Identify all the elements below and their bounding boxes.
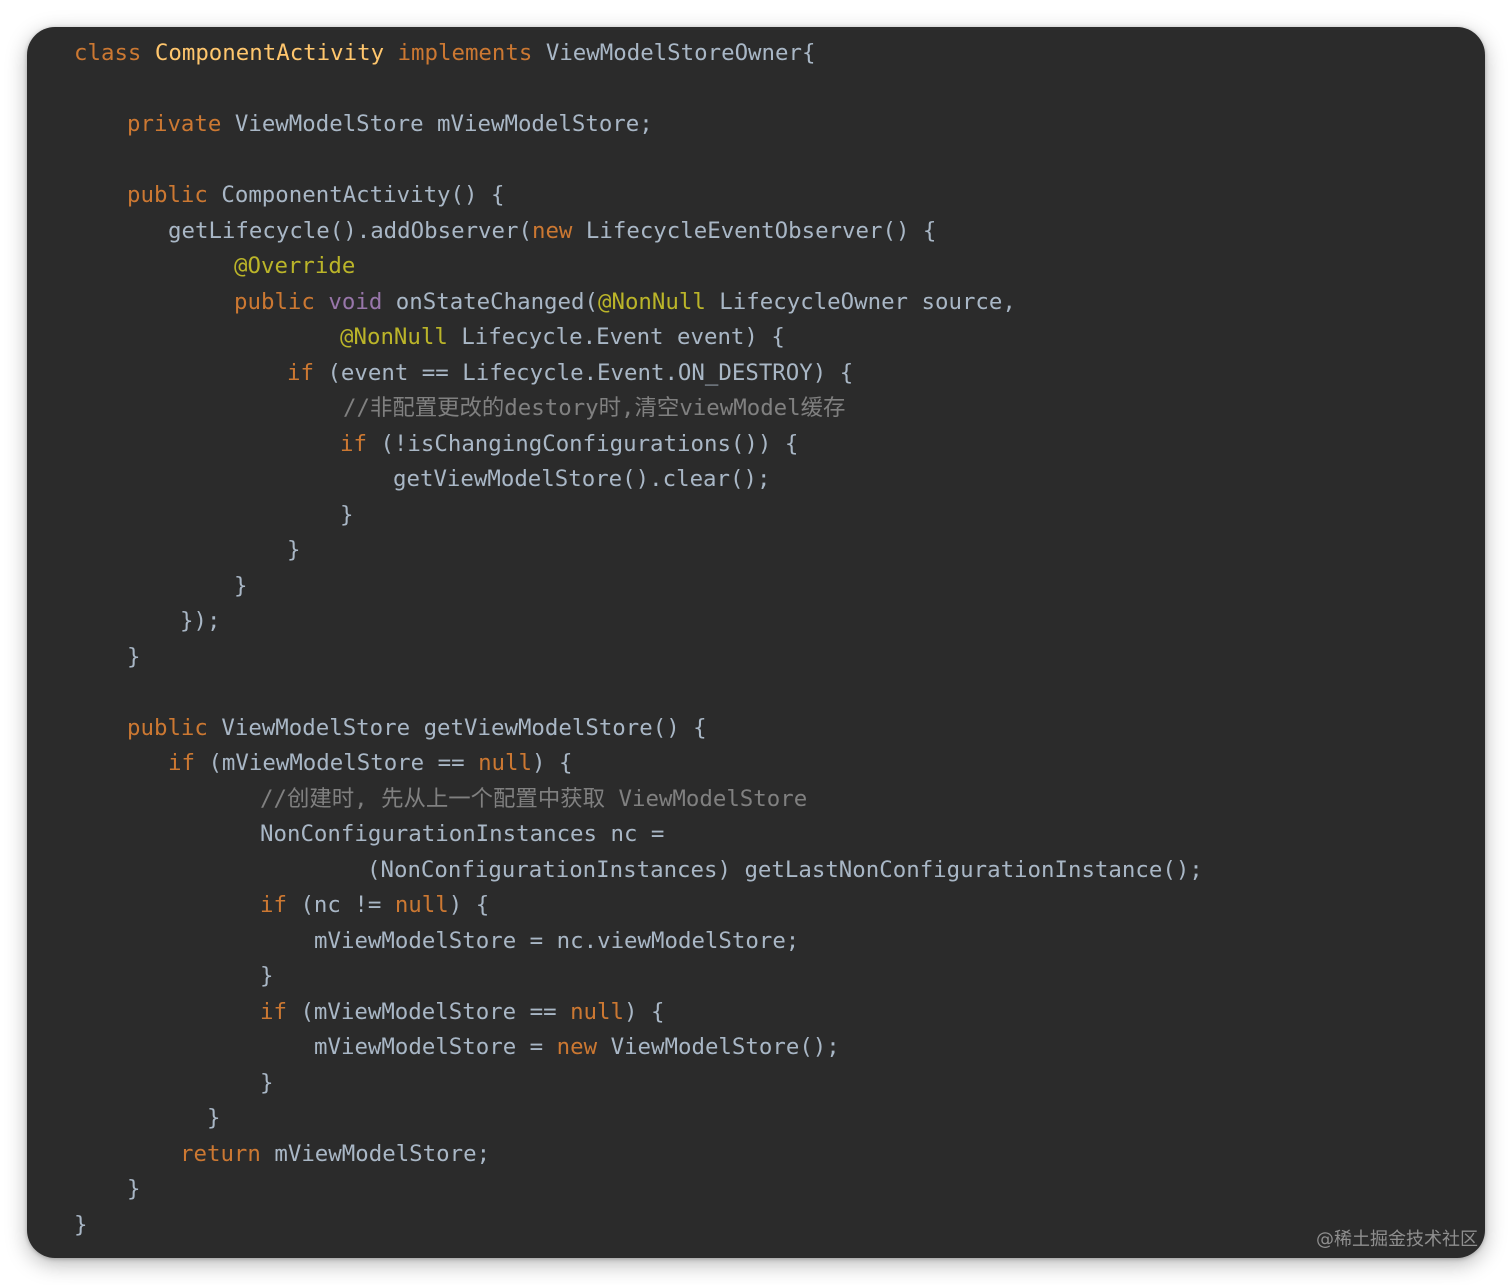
code-line: //非配置更改的destory时,清空viewModel缓存 xyxy=(343,390,845,426)
code-line: //创建时, 先从上一个配置中获取 ViewModelStore xyxy=(260,781,807,817)
code-token: (event == Lifecycle.Event.ON_DESTROY) { xyxy=(313,360,854,386)
code-token: ) { xyxy=(623,999,665,1025)
watermark: @稀土掘金技术社区 xyxy=(1316,1229,1478,1250)
code-token: LifecycleOwner source, xyxy=(705,289,1016,315)
code-token: @NonNull xyxy=(340,324,448,350)
code-line: return mViewModelStore; xyxy=(180,1136,490,1172)
code-token: } xyxy=(260,963,274,989)
code-line: NonConfigurationInstances nc = xyxy=(260,816,664,852)
code-token: null xyxy=(570,999,624,1025)
code-line: } xyxy=(260,1065,273,1101)
code-token: onStateChanged( xyxy=(382,289,598,315)
code-token: (nc != xyxy=(286,892,395,918)
code-token: if xyxy=(340,431,367,457)
code-token: ViewModelStore mViewModelStore; xyxy=(221,111,653,137)
code-token: } xyxy=(207,1105,221,1131)
code-line: if (mViewModelStore == null) { xyxy=(260,994,664,1030)
code-token: (mViewModelStore == xyxy=(286,999,571,1025)
code-token: null xyxy=(478,750,532,776)
code-token: ) { xyxy=(531,750,573,776)
code-line: }); xyxy=(180,603,220,639)
code-token: } xyxy=(74,1212,88,1238)
code-line: if (!isChangingConfigurations()) { xyxy=(340,426,798,462)
code-token: public xyxy=(127,182,208,208)
code-token: (mViewModelStore == xyxy=(194,750,479,776)
code-line: } xyxy=(234,568,247,604)
code-token: (!isChangingConfigurations()) { xyxy=(366,431,799,457)
code-token: class xyxy=(74,40,142,66)
code-token: } xyxy=(127,1176,141,1202)
code-line: public ViewModelStore getViewModelStore(… xyxy=(127,710,707,746)
code-token: }); xyxy=(180,608,221,634)
code-token: public xyxy=(127,715,208,741)
code-line: } xyxy=(74,1207,87,1243)
code-token: new xyxy=(531,218,573,244)
code-token: if xyxy=(260,892,287,918)
code-line: } xyxy=(340,497,353,533)
code-line: if (nc != null) { xyxy=(260,887,489,923)
code-line: } xyxy=(127,639,140,675)
code-token: @NonNull xyxy=(597,289,706,315)
code-token: mViewModelStore; xyxy=(260,1141,491,1167)
code-line: if (mViewModelStore == null) { xyxy=(168,745,572,781)
code-line: mViewModelStore = new ViewModelStore(); xyxy=(314,1029,840,1065)
code-token: //非配置更改的destory时,清空viewModel缓存 xyxy=(343,395,846,421)
code-token: new xyxy=(556,1034,598,1060)
code-token: } xyxy=(234,573,248,599)
code-line: public ComponentActivity() { xyxy=(127,177,504,213)
code-token: void xyxy=(328,289,383,315)
code-token: (NonConfigurationInstances) getLastNonCo… xyxy=(367,857,1203,883)
code-line: getViewModelStore().clear(); xyxy=(393,461,770,497)
code-token: if xyxy=(287,360,314,386)
code-token: } xyxy=(340,502,354,528)
code-block: class ComponentActivity implements ViewM… xyxy=(27,27,1485,1258)
code-token: ComponentActivity xyxy=(154,40,385,66)
code-line: } xyxy=(127,1171,140,1207)
code-token: ViewModelStore getViewModelStore() { xyxy=(207,715,707,741)
code-token: private xyxy=(127,111,222,137)
code-token: return xyxy=(180,1141,261,1167)
code-line: public void onStateChanged(@NonNull Life… xyxy=(234,284,1016,320)
code-token: if xyxy=(260,999,287,1025)
code-token: if xyxy=(168,750,195,776)
code-token: ViewModelStoreOwner{ xyxy=(532,40,816,66)
code-line: if (event == Lifecycle.Event.ON_DESTROY)… xyxy=(287,355,853,391)
code-token: //创建时, 先从上一个配置中获取 ViewModelStore xyxy=(260,786,808,812)
code-line: } xyxy=(260,958,273,994)
code-line: @Override xyxy=(234,248,355,284)
code-token: ) { xyxy=(448,892,490,918)
code-token: getLifecycle().addObserver( xyxy=(168,218,532,244)
code-line: private ViewModelStore mViewModelStore; xyxy=(127,106,653,142)
code-token: null xyxy=(394,892,449,918)
code-line: mViewModelStore = nc.viewModelStore; xyxy=(314,923,799,959)
code-token: public xyxy=(234,289,315,315)
code-line: @NonNull Lifecycle.Event event) { xyxy=(340,319,785,355)
code-token: ComponentActivity() { xyxy=(207,182,505,208)
code-token: } xyxy=(260,1070,274,1096)
code-line: getLifecycle().addObserver(new Lifecycle… xyxy=(168,213,936,249)
code-line: (NonConfigurationInstances) getLastNonCo… xyxy=(367,852,1203,888)
code-token: implements xyxy=(397,40,533,66)
code-token: getViewModelStore().clear(); xyxy=(393,466,771,492)
code-line: } xyxy=(207,1100,220,1136)
code-snippet-window: class ComponentActivity implements ViewM… xyxy=(27,27,1485,1258)
code-token: LifecycleEventObserver() { xyxy=(572,218,937,244)
code-token: Lifecycle.Event event) { xyxy=(447,324,785,350)
code-token: @Override xyxy=(234,253,356,279)
code-token: } xyxy=(127,644,141,670)
code-token: ViewModelStore(); xyxy=(597,1034,840,1060)
code-token: mViewModelStore = nc.viewModelStore; xyxy=(314,928,800,954)
code-token: mViewModelStore = xyxy=(314,1034,557,1060)
code-line: } xyxy=(287,532,300,568)
code-token: } xyxy=(287,537,301,563)
code-token: NonConfigurationInstances nc = xyxy=(260,821,665,847)
code-line: class ComponentActivity implements ViewM… xyxy=(74,35,815,71)
